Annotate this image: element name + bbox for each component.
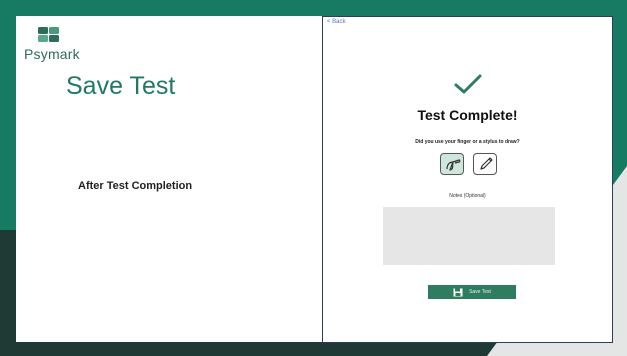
finger-option-button[interactable] bbox=[440, 153, 464, 175]
save-test-label: Save Test bbox=[469, 289, 491, 295]
test-complete-heading: Test Complete! bbox=[417, 107, 518, 123]
logo-text: Psymark bbox=[24, 46, 80, 62]
save-test-button[interactable]: Save Test bbox=[428, 285, 516, 299]
back-link[interactable]: < Back bbox=[327, 19, 346, 25]
logo-mark-icon bbox=[38, 27, 59, 42]
finger-icon bbox=[446, 159, 461, 171]
pencil-icon bbox=[480, 157, 493, 170]
checkmark-icon bbox=[454, 74, 482, 94]
notes-label: Notes (Optional) bbox=[449, 193, 486, 199]
slide: Psymark Save Test After Test Completion … bbox=[16, 16, 613, 343]
psymark-logo: Psymark bbox=[22, 22, 112, 72]
notes-textarea[interactable] bbox=[383, 207, 555, 265]
app-screenshot: < Back Test Complete! Did you use your f… bbox=[322, 16, 613, 343]
slide-subtitle: After Test Completion bbox=[78, 180, 193, 192]
stylus-option-button[interactable] bbox=[473, 153, 497, 175]
input-method-question: Did you use your finger or a stylus to d… bbox=[415, 139, 520, 145]
slide-title: Save Test bbox=[66, 72, 176, 100]
left-panel: Psymark Save Test After Test Completion bbox=[16, 16, 322, 342]
save-icon bbox=[453, 288, 463, 296]
